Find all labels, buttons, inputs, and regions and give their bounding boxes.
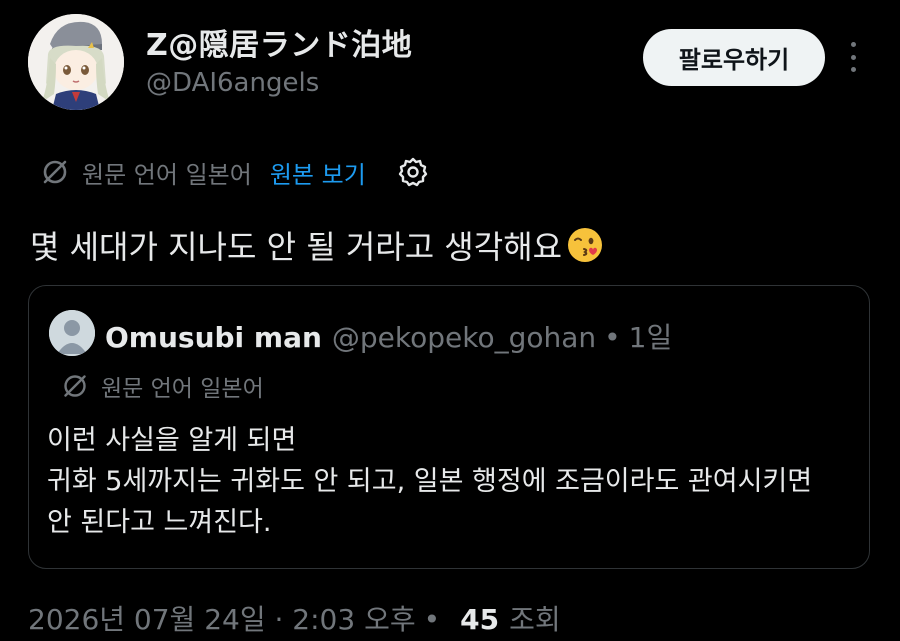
- tweet-text-content: 몇 세대가 지나도 안 될 거라고 생각해요: [30, 228, 563, 266]
- default-avatar-icon: [49, 310, 95, 356]
- kissing-face-emoji: [566, 226, 604, 264]
- gear-icon[interactable]: [396, 155, 430, 189]
- quoted-tweet-header: Omusubi man @pekopeko_gohan • 1일: [105, 316, 672, 356]
- quoted-text-line: 안 된다고 느껴진다.: [47, 507, 272, 538]
- translation-source-text: 원문 언어 일본어: [82, 160, 252, 189]
- tweet-text: 몇 세대가 지나도 안 될 거라고 생각해요: [30, 222, 604, 268]
- translation-row: 원문 언어 일본어 원본 보기: [40, 154, 430, 190]
- anime-character-avatar: [28, 14, 124, 110]
- quoted-tweet-card[interactable]: Omusubi man @pekopeko_gohan • 1일 원문 언어 일…: [28, 285, 870, 569]
- author-handle[interactable]: @DAI6angels: [146, 68, 319, 98]
- view-label: 조회: [509, 603, 561, 636]
- author-avatar[interactable]: [28, 14, 124, 110]
- quoted-author-avatar[interactable]: [49, 310, 95, 356]
- author-display-name[interactable]: Z@隠居ランド泊地: [146, 20, 412, 64]
- quoted-text-line: 이런 사실을 알게 되면: [47, 425, 297, 456]
- quoted-header-separator: •: [604, 321, 621, 354]
- meta-separator: •: [423, 603, 441, 636]
- quoted-author-name[interactable]: Omusubi man: [105, 321, 322, 354]
- tweet-meta: 2026년 07월 24일 · 2:03 오후 • 45 조회: [28, 598, 561, 638]
- translate-icon: [61, 372, 89, 400]
- quoted-text-line: 귀화 5세까지는 귀화도 안 되고, 일본 행정에 조금이라도 관여시키면: [47, 466, 813, 497]
- more-options-button[interactable]: [838, 40, 868, 74]
- view-count: 45: [460, 603, 500, 636]
- quoted-tweet-time[interactable]: 1일: [629, 316, 673, 356]
- quoted-tweet-text: 이런 사실을 알게 되면 귀화 5세까지는 귀화도 안 되고, 일본 행정에 조…: [47, 420, 812, 543]
- quoted-author-handle[interactable]: @pekopeko_gohan: [332, 321, 596, 354]
- follow-button[interactable]: 팔로우하기: [643, 29, 825, 86]
- tweet-timestamp[interactable]: 2026년 07월 24일 · 2:03 오후: [28, 598, 416, 638]
- more-dots-icon: [850, 42, 856, 47]
- quoted-translation-row: 원문 언어 일본어: [61, 370, 264, 402]
- translate-icon: [40, 157, 70, 187]
- quoted-translation-text: 원문 언어 일본어: [101, 376, 264, 402]
- show-original-link[interactable]: 원본 보기: [270, 155, 366, 190]
